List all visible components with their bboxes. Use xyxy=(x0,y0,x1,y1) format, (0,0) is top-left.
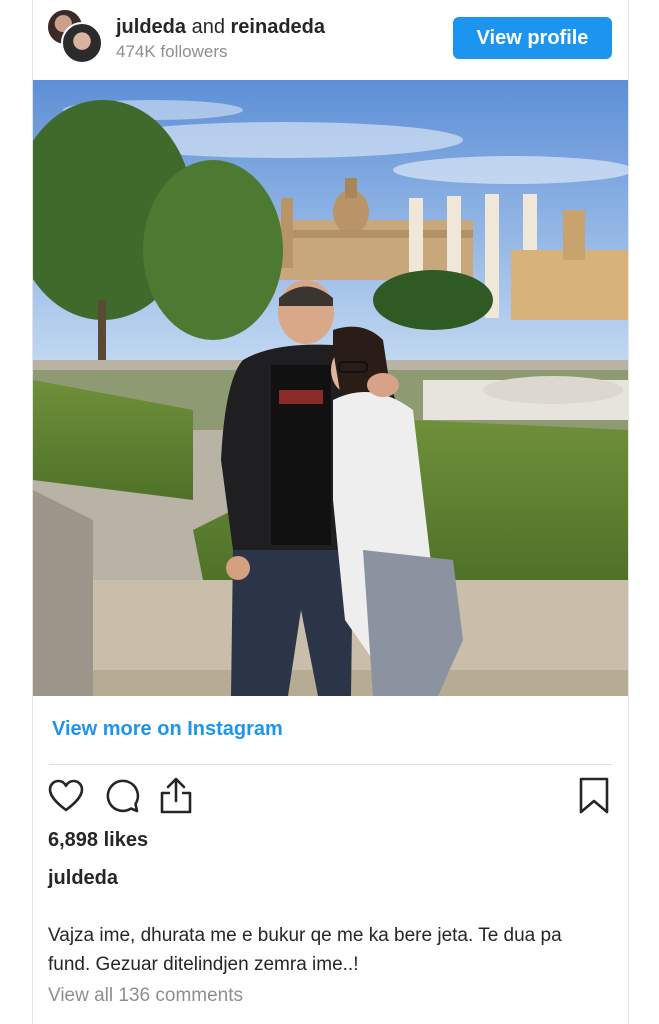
username-reinadeda[interactable]: reinadeda xyxy=(231,16,325,38)
account-names: juldeda and reinadeda xyxy=(116,16,325,39)
comment-button[interactable] xyxy=(102,776,142,816)
post-header: juldeda and reinadeda 474K followers Vie… xyxy=(33,0,628,80)
divider xyxy=(49,764,612,765)
instagram-embed: juldeda and reinadeda 474K followers Vie… xyxy=(32,0,629,1024)
like-count[interactable]: 6,898 likes xyxy=(48,829,148,852)
save-button[interactable] xyxy=(574,776,614,816)
names-conjunction: and xyxy=(191,16,225,38)
username-juldeda[interactable]: juldeda xyxy=(116,16,186,38)
caption-author[interactable]: juldeda xyxy=(48,867,118,890)
follower-count: 474K followers xyxy=(116,42,228,61)
view-profile-button[interactable]: View profile xyxy=(453,17,612,59)
like-button[interactable] xyxy=(46,776,86,816)
bookmark-icon xyxy=(579,777,609,814)
action-bar xyxy=(33,776,628,816)
post-caption: Vajza ime, dhurata me e bukur qe me ka b… xyxy=(48,925,562,975)
share-button[interactable] xyxy=(156,776,196,816)
post-photo-image xyxy=(33,80,628,696)
view-more-on-instagram-link[interactable]: View more on Instagram xyxy=(52,718,283,741)
heart-icon xyxy=(48,779,84,812)
avatar-reinadeda[interactable] xyxy=(61,22,103,64)
comment-icon xyxy=(106,779,140,813)
view-all-comments-link[interactable]: View all 136 comments xyxy=(48,985,243,1007)
post-photo[interactable] xyxy=(33,80,628,696)
share-icon xyxy=(160,777,192,814)
